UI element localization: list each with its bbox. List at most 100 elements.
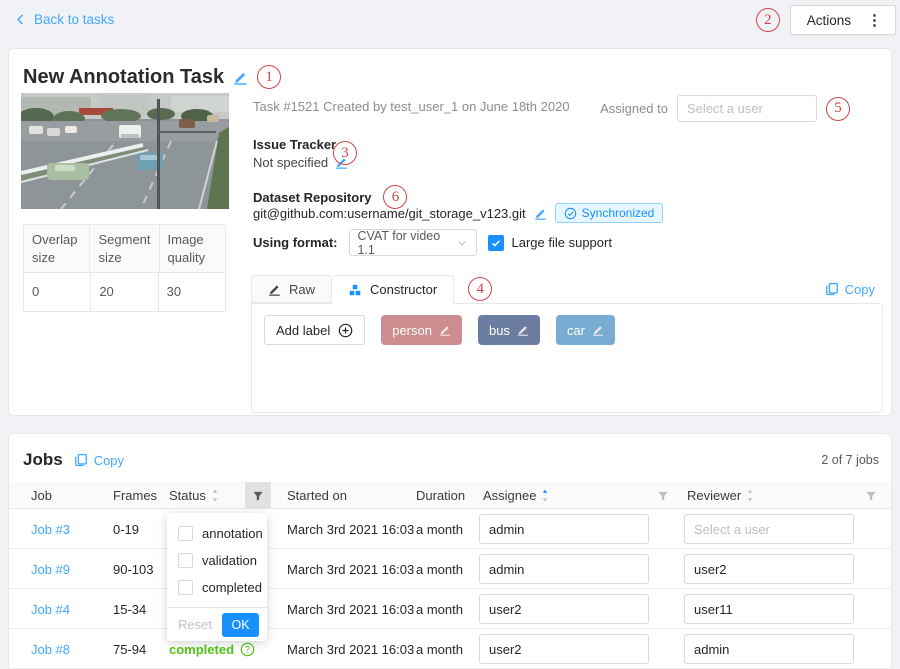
assignee-input[interactable]	[479, 514, 649, 544]
assigned-to-input[interactable]	[677, 95, 817, 122]
label-chip-bus[interactable]: bus	[478, 315, 540, 345]
job-link[interactable]: Job #3	[31, 522, 70, 537]
annotation-marker-3: 3	[333, 141, 357, 165]
job-duration: a month	[416, 589, 463, 629]
copy-labels-label: Copy	[845, 282, 875, 297]
large-file-support-checkbox[interactable]	[488, 235, 504, 251]
format-select[interactable]: CVAT for video 1.1	[349, 229, 477, 256]
job-row: Job #8 75-94 completed March 3rd 2021 16…	[9, 629, 891, 669]
tab-raw[interactable]: Raw	[251, 275, 332, 303]
sync-status-label: Synchronized	[582, 206, 655, 220]
copy-jobs-label: Copy	[94, 453, 124, 468]
annotation-marker-2: 2	[756, 8, 780, 32]
caret-down-icon	[541, 496, 549, 503]
large-file-support-label: Large file support	[512, 235, 612, 250]
reviewer-filter-button[interactable]	[865, 482, 877, 509]
col-status[interactable]: Status	[169, 482, 219, 509]
label-constructor: Add label person bus car	[251, 303, 883, 413]
param-header-segment: Segment size	[90, 225, 159, 272]
filter-reset-button[interactable]: Reset	[178, 617, 212, 632]
jobs-title: Jobs	[23, 450, 63, 470]
col-assignee[interactable]: Assignee	[483, 482, 549, 509]
back-to-tasks-link[interactable]: Back to tasks	[14, 12, 114, 27]
label-chip-car[interactable]: car	[556, 315, 615, 345]
task-params-table: Overlap size Segment size Image quality …	[23, 224, 226, 312]
param-value-overlap: 0	[24, 273, 91, 311]
reviewer-sorter[interactable]	[746, 488, 754, 503]
filter-funnel-icon	[252, 490, 264, 502]
filter-option-validation[interactable]: validation	[167, 547, 267, 574]
copy-jobs-button[interactable]: Copy	[74, 453, 124, 468]
check-circle-icon	[564, 207, 577, 220]
question-circle-icon[interactable]	[240, 642, 255, 657]
edit-label-icon[interactable]	[592, 324, 604, 336]
job-started: March 3rd 2021 16:03	[287, 509, 414, 549]
reviewer-input[interactable]	[684, 554, 854, 584]
assignee-sorter[interactable]	[541, 488, 549, 503]
add-label-text: Add label	[276, 323, 330, 338]
job-status: completed	[169, 642, 234, 657]
job-duration: a month	[416, 509, 463, 549]
reviewer-input[interactable]	[684, 634, 854, 664]
assignee-input[interactable]	[479, 634, 649, 664]
job-link[interactable]: Job #8	[31, 642, 70, 657]
actions-button[interactable]: Actions ⋮	[790, 5, 896, 35]
job-row: Job #3 0-19 March 3rd 2021 16:03 a month	[9, 509, 891, 549]
param-value-segment: 20	[91, 273, 158, 311]
issue-tracker-label: Issue Tracker	[253, 137, 336, 152]
col-reviewer[interactable]: Reviewer	[687, 482, 754, 509]
job-frames: 75-94	[113, 629, 146, 669]
task-meta: Task #1521 Created by test_user_1 on Jun…	[253, 99, 570, 114]
assignee-input[interactable]	[479, 594, 649, 624]
checkbox-annotation[interactable]	[178, 526, 193, 541]
edit-label-icon[interactable]	[439, 324, 451, 336]
caret-down-icon	[211, 496, 219, 503]
edit-repository-icon[interactable]	[534, 207, 547, 220]
checkbox-validation[interactable]	[178, 553, 193, 568]
param-value-quality: 30	[159, 273, 225, 311]
job-link[interactable]: Job #9	[31, 562, 70, 577]
edit-task-name-icon[interactable]	[233, 70, 248, 85]
block-icon	[348, 283, 362, 297]
label-chip-person-name: person	[392, 323, 432, 338]
job-started: March 3rd 2021 16:03	[287, 549, 414, 589]
more-icon: ⋮	[867, 11, 883, 29]
top-bar: Back to tasks 2 Actions ⋮	[0, 0, 900, 48]
caret-up-icon	[541, 488, 549, 495]
copy-icon	[74, 453, 88, 467]
assignee-filter-button[interactable]	[657, 482, 669, 509]
annotation-marker-4: 4	[468, 277, 492, 301]
using-format-label: Using format:	[253, 235, 338, 250]
caret-up-icon	[746, 488, 754, 495]
job-link[interactable]: Job #4	[31, 602, 70, 617]
jobs-count: 2 of 7 jobs	[821, 453, 879, 467]
label-chip-person[interactable]: person	[381, 315, 462, 345]
status-filter-button[interactable]	[245, 482, 271, 509]
job-started: March 3rd 2021 16:03	[287, 629, 414, 669]
add-label-button[interactable]: Add label	[264, 315, 365, 345]
job-frames: 90-103	[113, 549, 153, 589]
label-chip-car-name: car	[567, 323, 585, 338]
filter-ok-button[interactable]: OK	[222, 613, 259, 637]
checkbox-completed[interactable]	[178, 580, 193, 595]
param-header-overlap: Overlap size	[24, 225, 90, 272]
task-preview-image	[21, 93, 229, 209]
chevron-down-icon	[456, 237, 468, 249]
annotation-marker-5: 5	[826, 97, 850, 121]
col-frames: Frames	[113, 482, 157, 509]
tab-constructor[interactable]: Constructor	[332, 275, 454, 304]
edit-label-icon[interactable]	[517, 324, 529, 336]
repository-url: git@github.com:username/git_storage_v123…	[253, 206, 526, 221]
sync-status-badge: Synchronized	[555, 203, 664, 223]
plus-circle-icon	[338, 323, 353, 338]
assignee-input[interactable]	[479, 554, 649, 584]
task-details-card: New Annotation Task 1	[8, 48, 892, 416]
reviewer-input[interactable]	[684, 514, 854, 544]
reviewer-input[interactable]	[684, 594, 854, 624]
copy-labels-button[interactable]: Copy	[825, 282, 875, 297]
filter-option-completed[interactable]: completed	[167, 574, 267, 601]
status-sorter[interactable]	[211, 488, 219, 503]
tab-constructor-label: Constructor	[370, 282, 437, 297]
col-duration: Duration	[416, 482, 465, 509]
filter-option-annotation[interactable]: annotation	[167, 520, 267, 547]
